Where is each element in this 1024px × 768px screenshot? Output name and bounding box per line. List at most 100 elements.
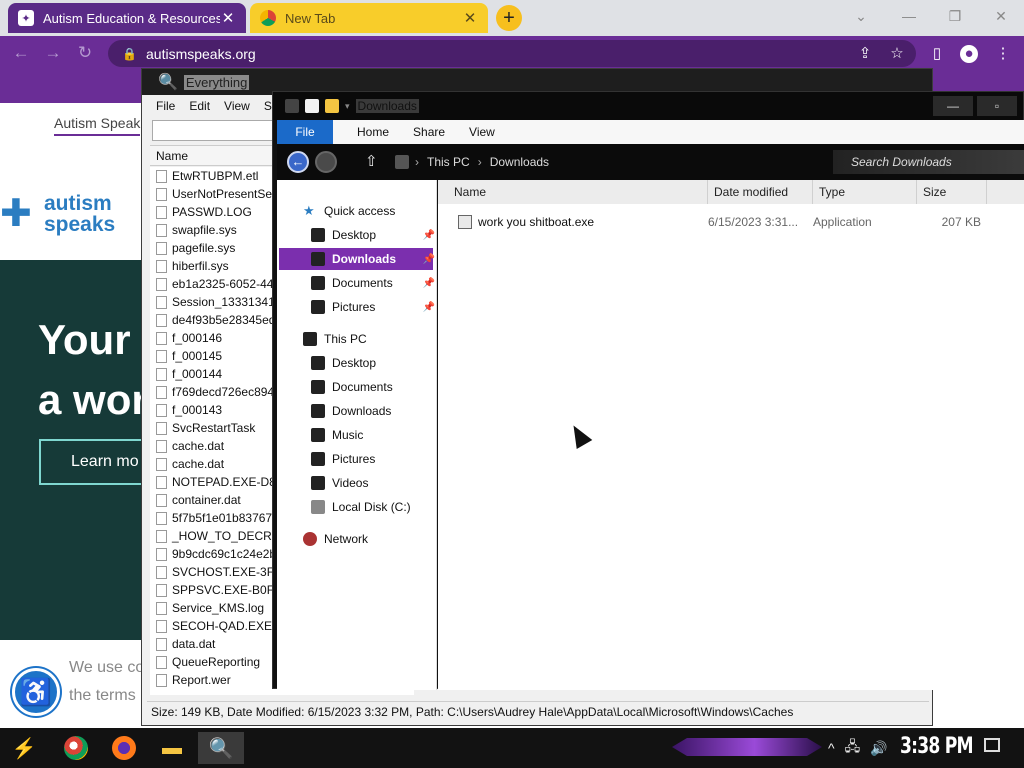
result-file-name: cache.dat (172, 457, 225, 471)
forward-icon[interactable]: → (44, 44, 62, 62)
site-logo[interactable]: ✚ autism speaks (0, 192, 115, 236)
clock[interactable]: 3:38 PM (900, 734, 974, 759)
column-type[interactable]: Type (813, 180, 917, 204)
nav-pc-desktop[interactable]: Desktop (311, 352, 376, 374)
pin-icon: 📌 (422, 253, 435, 265)
column-date-modified[interactable]: Date modified (708, 180, 813, 204)
close-button[interactable]: ✕ (978, 4, 1024, 28)
nav-network[interactable]: Network (303, 528, 368, 550)
file-row[interactable]: work you shitboat.exe 6/15/2023 3:31... … (438, 212, 1024, 232)
result-file-name: SvcRestartTask (172, 421, 256, 435)
restore-button[interactable]: ❐ (932, 4, 978, 28)
nav-qa-pictures[interactable]: Pictures 📌 (311, 296, 435, 318)
column-name[interactable]: Name (438, 180, 708, 204)
result-file-name: container.dat (172, 493, 241, 507)
pictures-icon (311, 452, 325, 466)
this-pc-icon (395, 155, 409, 169)
hero-heading-line1: Your (38, 316, 131, 363)
navigation-pane: ★ Quick access Desktop 📌 Downloads 📌 Doc… (277, 180, 437, 690)
star-icon: ★ (303, 203, 315, 218)
nav-pc-music[interactable]: Music (311, 424, 363, 446)
file-list-pane[interactable]: Name Date modified Type Size work you sh… (438, 180, 1024, 690)
tab-new-tab[interactable]: New Tab ✕ (250, 3, 488, 33)
everything-taskbar-button[interactable]: 🔍 (198, 732, 244, 764)
chevron-down-icon[interactable]: ⌄ (838, 4, 884, 28)
ribbon-share-tab[interactable]: Share (413, 125, 445, 139)
nav-quick-access[interactable]: ★ Quick access (303, 200, 395, 222)
ribbon-home-tab[interactable]: Home (357, 125, 389, 139)
breadcrumb-downloads[interactable]: Downloads (490, 155, 549, 169)
file-size: 207 KB (941, 215, 981, 229)
search-downloads-input[interactable]: Search Downloads (833, 150, 1024, 174)
nav-qa-documents[interactable]: Documents 📌 (311, 272, 435, 294)
nav-pc-downloads[interactable]: Downloads (311, 400, 391, 422)
site-nav-link[interactable]: Autism Speak (54, 115, 141, 136)
file-date: 6/15/2023 3:31... (708, 215, 799, 229)
notification-icon[interactable] (984, 738, 1000, 752)
nav-pc-videos[interactable]: Videos (311, 472, 368, 494)
address-bar[interactable]: 🔒 autismspeaks.org (108, 40, 916, 67)
nav-qa-downloads[interactable]: Downloads 📌 (311, 248, 435, 270)
result-file-name: data.dat (172, 637, 216, 651)
chevron-down-icon[interactable]: ▾ (345, 101, 350, 112)
ribbon-file-tab[interactable]: File (277, 120, 333, 144)
tab-autism-speaks[interactable]: ✦ Autism Education & Resources ✕ (8, 3, 246, 33)
breadcrumb-this-pc[interactable]: This PC (427, 155, 470, 169)
result-file-name: pagefile.sys (172, 241, 236, 255)
breadcrumb[interactable]: › This PC › Downloads (395, 144, 549, 180)
maximize-button[interactable]: ▫ (977, 96, 1017, 116)
taskbar: ⚡ ▬ 🔍 ^ 🖧 🔊 3:38 PM (0, 728, 1024, 768)
nav-pc-local-disk[interactable]: Local Disk (C:) (311, 496, 411, 518)
new-folder-icon[interactable] (325, 99, 339, 113)
file-icon (156, 295, 167, 309)
chevron-right-icon: › (477, 155, 482, 169)
bookmark-star-icon[interactable]: ☆ (888, 45, 906, 63)
file-icon (156, 223, 167, 237)
nav-this-pc[interactable]: This PC (303, 328, 367, 350)
file-list-header: Name Date modified Type Size (438, 180, 1024, 204)
explorer-app-icon (285, 99, 299, 113)
result-file-name: f_000143 (172, 403, 223, 417)
file-icon (156, 439, 167, 453)
minimize-button[interactable]: — (933, 96, 973, 116)
up-arrow-icon[interactable]: ⇧ (365, 152, 378, 170)
menu-view[interactable]: View (224, 99, 250, 113)
accessibility-icon[interactable]: ♿ (12, 668, 60, 716)
start-button[interactable]: ⚡ (6, 732, 42, 764)
ribbon-view-tab[interactable]: View (469, 125, 495, 139)
pin-icon: 📌 (422, 277, 435, 289)
nav-pc-documents[interactable]: Documents (311, 376, 393, 398)
back-arrow-icon[interactable]: ← (287, 151, 309, 173)
result-file-name: Report.wer (172, 673, 231, 687)
nav-label: Documents (332, 380, 393, 394)
logo-line2: speaks (44, 213, 116, 236)
file-explorer-taskbar-button[interactable]: ▬ (154, 732, 190, 764)
firefox-taskbar-button[interactable] (106, 732, 142, 764)
result-file-name: f769decd726ec894_ (172, 385, 281, 399)
volume-icon[interactable]: 🔊 (870, 740, 887, 757)
reload-icon[interactable]: ↻ (76, 44, 94, 62)
magnifier-app-icon: 🔍 (158, 74, 178, 91)
side-panel-icon[interactable]: ▯ (928, 45, 946, 63)
column-size[interactable]: Size (917, 180, 987, 204)
profile-avatar-icon[interactable]: ● (960, 45, 978, 63)
menu-file[interactable]: File (156, 99, 175, 113)
forward-arrow-icon[interactable] (315, 151, 337, 173)
chevron-up-icon[interactable]: ^ (828, 740, 835, 756)
minimize-button[interactable]: — (886, 4, 932, 28)
close-tab-icon[interactable]: ✕ (462, 9, 478, 27)
file-name-cell: work you shitboat.exe (438, 215, 708, 230)
chrome-taskbar-button[interactable] (58, 732, 94, 764)
back-icon[interactable]: ← (12, 44, 30, 62)
close-tab-icon[interactable]: ✕ (220, 9, 236, 27)
file-icon (156, 385, 167, 399)
menu-edit[interactable]: Edit (189, 99, 210, 113)
properties-icon[interactable] (305, 99, 319, 113)
file-icon (156, 421, 167, 435)
menu-icon[interactable]: ⋮ (994, 45, 1012, 63)
new-tab-button[interactable]: + (496, 5, 522, 31)
share-icon[interactable]: ⇪ (856, 45, 874, 63)
nav-qa-desktop[interactable]: Desktop 📌 (311, 224, 435, 246)
network-tray-icon[interactable]: 🖧 (845, 736, 861, 760)
nav-pc-pictures[interactable]: Pictures (311, 448, 375, 470)
